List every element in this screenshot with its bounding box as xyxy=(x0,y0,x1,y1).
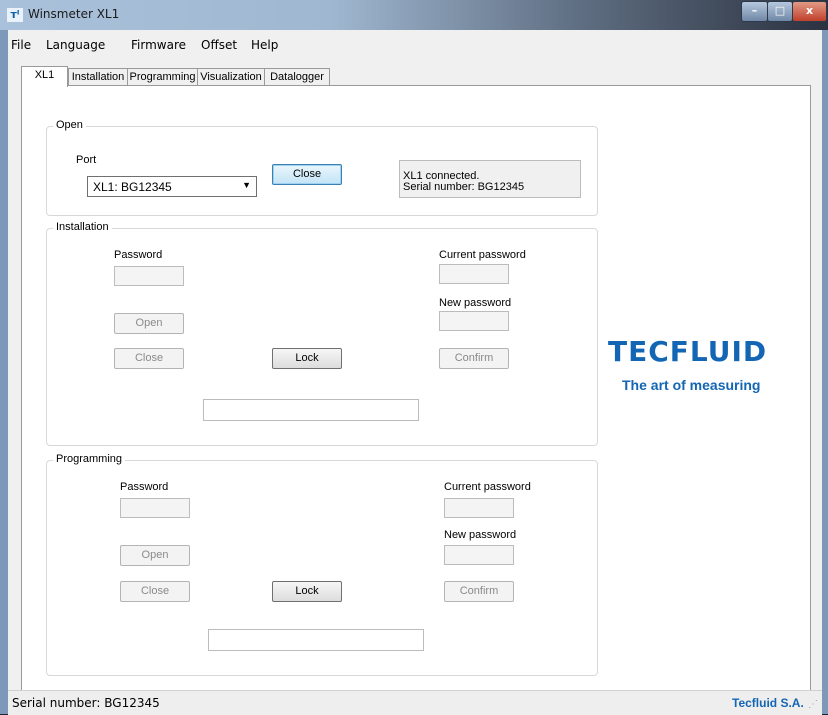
open-group: Open Port XL1: BG12345 ▼ Close XL1 conne… xyxy=(46,119,598,216)
programming-confirm-button[interactable]: Confirm xyxy=(444,581,514,602)
port-select[interactable]: XL1: BG12345 ▼ xyxy=(87,176,257,197)
programming-new-password-input[interactable] xyxy=(444,545,514,565)
minimize-button[interactable]: – xyxy=(741,1,768,22)
menu-bar: File Language Firmware Offset Help xyxy=(8,38,822,56)
programming-close-button[interactable]: Close xyxy=(120,581,190,602)
resize-grip-icon[interactable]: ⋰ xyxy=(808,699,818,710)
tecfluid-logo: TECFLUID xyxy=(608,335,768,368)
app-icon: ᴛᴵ xyxy=(7,8,23,22)
serial-number-text: Serial number: BG12345 xyxy=(403,181,525,193)
programming-open-button[interactable]: Open xyxy=(120,545,190,566)
logo-tagline: The art of measuring xyxy=(622,377,761,393)
port-label: Port xyxy=(76,154,97,166)
installation-status-box xyxy=(203,399,419,421)
programming-current-password-label: Current password xyxy=(444,481,531,493)
menu-language[interactable]: Language xyxy=(46,38,105,52)
installation-current-password-label: Current password xyxy=(439,249,526,261)
menu-help[interactable]: Help xyxy=(251,38,278,52)
menu-offset[interactable]: Offset xyxy=(201,38,237,52)
programming-password-input[interactable] xyxy=(120,498,190,518)
client-area: File Language Firmware Offset Help XL1 I… xyxy=(8,30,822,715)
tab-xl1[interactable]: XL1 xyxy=(21,66,68,87)
installation-lock-button[interactable]: Lock xyxy=(272,348,342,369)
tab-visualization[interactable]: Visualization xyxy=(197,68,265,86)
installation-group-title: Installation xyxy=(53,221,112,233)
programming-lock-button[interactable]: Lock xyxy=(272,581,342,602)
window-title: Winsmeter XL1 xyxy=(28,7,120,21)
programming-password-label: Password xyxy=(120,481,169,493)
installation-password-label: Password xyxy=(114,249,163,261)
installation-password-input[interactable] xyxy=(114,266,184,286)
programming-group-title: Programming xyxy=(53,453,126,465)
installation-group: Installation Password Open Close Lock Cu… xyxy=(46,221,598,446)
status-bar: Serial number: BG12345 Tecfluid S.A. ⋰ xyxy=(8,690,822,715)
programming-status-box xyxy=(208,629,424,651)
tab-programming[interactable]: Programming xyxy=(127,68,198,86)
close-window-button[interactable]: x xyxy=(792,1,827,22)
status-company: Tecfluid S.A. xyxy=(732,696,804,710)
connection-status: XL1 connected. Serial number: BG12345 xyxy=(399,160,581,198)
port-close-button[interactable]: Close xyxy=(272,164,342,185)
menu-firmware[interactable]: Firmware xyxy=(131,38,186,52)
installation-current-password-input[interactable] xyxy=(439,264,509,284)
installation-confirm-button[interactable]: Confirm xyxy=(439,348,509,369)
maximize-button[interactable]: □ xyxy=(767,1,793,22)
programming-new-password-label: New password xyxy=(444,529,517,541)
chevron-down-icon: ▼ xyxy=(242,180,251,190)
tab-installation[interactable]: Installation xyxy=(68,68,128,86)
programming-group: Programming Password Open Close Lock Cur… xyxy=(46,453,598,676)
programming-current-password-input[interactable] xyxy=(444,498,514,518)
installation-new-password-label: New password xyxy=(439,297,512,309)
title-bar[interactable]: ᴛᴵ Winsmeter XL1 – □ x xyxy=(0,0,828,30)
installation-new-password-input[interactable] xyxy=(439,311,509,331)
port-select-value: XL1: BG12345 xyxy=(93,180,172,194)
open-group-title: Open xyxy=(53,119,86,131)
installation-close-button[interactable]: Close xyxy=(114,348,184,369)
installation-open-button[interactable]: Open xyxy=(114,313,184,334)
tab-datalogger[interactable]: Datalogger xyxy=(264,68,330,86)
app-window: ᴛᴵ Winsmeter XL1 – □ x File Language Fir… xyxy=(0,0,828,715)
menu-file[interactable]: File xyxy=(11,38,31,52)
status-serial-number: Serial number: BG12345 xyxy=(12,696,160,710)
